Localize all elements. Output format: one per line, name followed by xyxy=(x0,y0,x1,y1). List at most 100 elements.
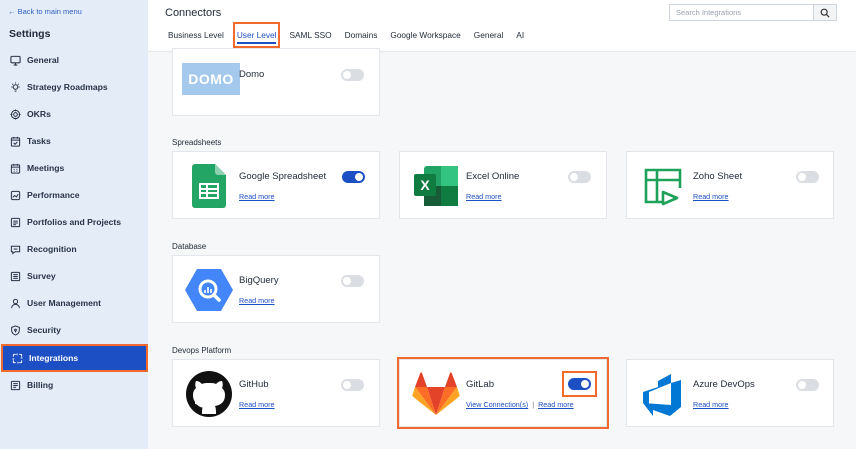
azure-devops-logo xyxy=(639,370,687,418)
integration-name: Azure DevOps xyxy=(693,379,755,390)
read-more-link[interactable]: Read more xyxy=(538,400,574,409)
domo-logo: DOMO xyxy=(181,59,241,99)
sidebar-item-tasks[interactable]: Tasks xyxy=(0,128,148,154)
sidebar-item-portfolios-and-projects[interactable]: Portfolios and Projects xyxy=(0,209,148,235)
integration-card-zoho-sheet: Zoho Sheet Read more xyxy=(626,151,834,219)
google-spreadsheet-toggle[interactable] xyxy=(342,171,365,183)
integration-name: BigQuery xyxy=(239,275,279,286)
sidebar-item-label: Meetings xyxy=(27,163,65,173)
shield-icon xyxy=(11,324,20,336)
tab-business-level[interactable]: Business Level xyxy=(168,26,224,44)
sidebar-item-recognition[interactable]: Recognition xyxy=(0,236,148,262)
gitlab-toggle[interactable] xyxy=(568,378,591,390)
read-more-link[interactable]: Read more xyxy=(466,192,502,201)
svg-text:X: X xyxy=(420,177,430,193)
sidebar-item-label: User Management xyxy=(27,298,102,308)
sidebar-item-general[interactable]: General xyxy=(0,47,148,73)
section-label-devops-platform: Devops Platform xyxy=(172,346,232,355)
link-separator: | xyxy=(532,400,535,409)
domo-logo-text: DOMO xyxy=(188,71,234,87)
tab-google-workspace[interactable]: Google Workspace xyxy=(390,26,460,44)
github-logo xyxy=(185,370,233,418)
read-more-link[interactable]: Read more xyxy=(693,400,729,409)
back-to-main-menu-link[interactable]: ← Back to main menu xyxy=(8,7,82,16)
integration-card-github: GitHub Read more xyxy=(172,359,380,427)
integration-name: GitHub xyxy=(239,379,269,390)
tab-user-level[interactable]: User Level xyxy=(232,22,281,48)
document-icon xyxy=(10,380,21,390)
integration-card-google-spreadsheet: Google Spreadsheet Read more xyxy=(172,151,380,219)
integration-name: GitLab xyxy=(466,379,494,390)
azure-devops-toggle[interactable] xyxy=(796,379,819,391)
sidebar-item-label: Portfolios and Projects xyxy=(27,217,122,227)
github-toggle[interactable] xyxy=(341,379,364,391)
sidebar-item-integrations[interactable]: Integrations xyxy=(1,344,148,372)
page-title: Connectors xyxy=(165,7,222,19)
folder-icon xyxy=(10,217,21,227)
read-more-link[interactable]: Read more xyxy=(693,192,729,201)
integration-name: Google Spreadsheet xyxy=(239,171,327,182)
read-more-link[interactable]: Read more xyxy=(239,192,275,201)
tab-domains[interactable]: Domains xyxy=(345,26,378,44)
read-more-link[interactable]: Read more xyxy=(239,296,275,305)
bigquery-logo xyxy=(185,266,233,314)
bigquery-toggle[interactable] xyxy=(341,275,364,287)
tab-saml-sso[interactable]: SAML SSO xyxy=(289,26,331,44)
sidebar-item-security[interactable]: Security xyxy=(0,317,148,343)
domo-toggle[interactable] xyxy=(341,69,364,81)
tab-general[interactable]: General xyxy=(474,26,504,44)
list-icon xyxy=(10,271,21,281)
message-icon xyxy=(10,245,21,255)
sidebar-item-label: Performance xyxy=(27,190,80,200)
sidebar-item-okrs[interactable]: OKRs xyxy=(0,101,148,127)
header: Connectors Business Level User Level SAM… xyxy=(148,0,856,52)
google-sheets-logo xyxy=(185,162,233,210)
search-input[interactable] xyxy=(669,4,813,21)
user-icon xyxy=(11,298,20,308)
sidebar-item-label: Security xyxy=(27,325,61,335)
sidebar-item-label: OKRs xyxy=(27,109,51,119)
excel-online-toggle[interactable] xyxy=(568,171,591,183)
tab-ai[interactable]: AI xyxy=(516,26,524,44)
sidebar-title: Settings xyxy=(9,28,51,40)
integration-card-excel-online: X Excel Online Read more xyxy=(399,151,607,219)
search-icon xyxy=(820,8,830,18)
sidebar-item-label: Tasks xyxy=(27,136,51,146)
zoho-sheet-toggle[interactable] xyxy=(796,171,819,183)
section-label-spreadsheets: Spreadsheets xyxy=(172,138,222,147)
section-label-database: Database xyxy=(172,242,207,251)
sidebar: ← Back to main menu Settings General Str… xyxy=(0,0,148,449)
sidebar-item-performance[interactable]: Performance xyxy=(0,182,148,208)
zoho-sheet-logo xyxy=(639,162,687,210)
sidebar-item-meetings[interactable]: Meetings xyxy=(0,155,148,181)
sidebar-item-label: Integrations xyxy=(29,353,79,363)
sidebar-item-label: General xyxy=(27,55,60,65)
monitor-icon xyxy=(10,55,21,66)
chart-icon xyxy=(10,190,21,200)
excel-logo: X xyxy=(412,162,460,210)
sidebar-item-label: Recognition xyxy=(27,244,77,254)
bulb-icon xyxy=(11,81,20,92)
search-button[interactable] xyxy=(813,4,837,21)
gitlab-logo xyxy=(412,370,460,418)
target-icon xyxy=(10,108,21,120)
integrations-icon xyxy=(12,352,23,364)
integration-card-azure-devops: Azure DevOps Read more xyxy=(626,359,834,427)
sidebar-item-user-management[interactable]: User Management xyxy=(0,290,148,316)
read-more-link[interactable]: Read more xyxy=(239,400,275,409)
integration-name: Zoho Sheet xyxy=(693,171,743,182)
connector-tabs: Business Level User Level SAML SSO Domai… xyxy=(168,22,537,48)
sidebar-item-strategy-roadmaps[interactable]: Strategy Roadmaps xyxy=(0,74,148,100)
calendar-check-icon xyxy=(10,136,21,147)
view-connections-link[interactable]: View Connection(s) xyxy=(466,400,528,409)
sidebar-item-survey[interactable]: Survey xyxy=(0,263,148,289)
sidebar-item-label: Survey xyxy=(27,271,56,281)
integration-card-gitlab: GitLab View Connection(s) | Read more xyxy=(397,357,609,429)
sidebar-item-label: Billing xyxy=(27,380,54,390)
search-bar xyxy=(669,4,837,21)
calendar-icon xyxy=(10,163,21,174)
integration-name: Excel Online xyxy=(466,171,520,182)
integration-card-bigquery: BigQuery Read more xyxy=(172,255,380,323)
integration-name: Domo xyxy=(239,69,265,80)
sidebar-item-billing[interactable]: Billing xyxy=(0,372,148,398)
